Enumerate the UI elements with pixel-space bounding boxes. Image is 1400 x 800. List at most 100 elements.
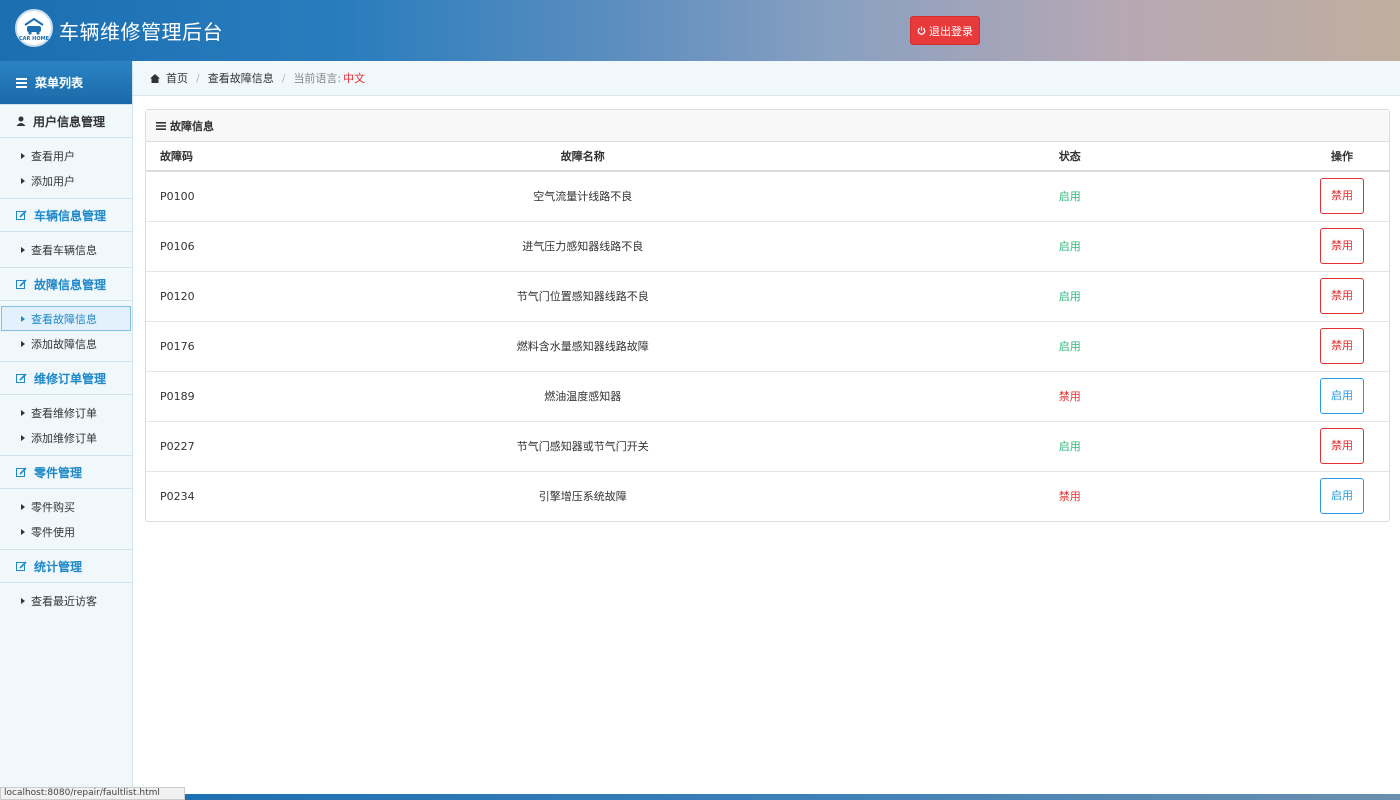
power-icon [917, 26, 926, 35]
logo-text: CAR HOME [19, 36, 49, 42]
sidebar-sublist-vehicle: 查看车辆信息 [0, 232, 132, 267]
sidebar-item-label: 添加故障信息 [31, 337, 97, 351]
sidebar-group-label: 零件管理 [34, 465, 83, 480]
breadcrumb: 首页 / 查看故障信息 / 当前语言: 中文 [133, 61, 1400, 96]
sidebar-group-statistics[interactable]: 统计管理 [0, 549, 132, 583]
caret-right-icon [21, 152, 25, 159]
sidebar-group-label: 维修订单管理 [34, 371, 107, 386]
fault-name: 引擎增压系统故障 [366, 470, 800, 521]
disable-button[interactable]: 禁用 [1320, 278, 1364, 314]
sidebar-item-label: 添加维修订单 [31, 431, 97, 445]
table-row: P0176 燃料含水量感知器线路故障 启用 禁用 [146, 320, 1389, 371]
sidebar-group-parts[interactable]: 零件管理 [0, 455, 132, 489]
sidebar-sublist-user: 查看用户 添加用户 [0, 138, 132, 198]
status-text: 启用 [799, 170, 1320, 221]
sidebar-item-view-users[interactable]: 查看用户 [0, 143, 132, 168]
fault-name: 空气流量计线路不良 [366, 170, 800, 221]
table-row: P0234 引擎增压系统故障 禁用 启用 [146, 470, 1389, 521]
sidebar-sublist-parts: 零件购买 零件使用 [0, 489, 132, 549]
list-icon [16, 77, 27, 88]
sidebar-group-label: 统计管理 [34, 559, 83, 574]
logout-button[interactable]: 退出登录 [910, 16, 980, 45]
sidebar-item-view-faults[interactable]: 查看故障信息 [1, 306, 131, 331]
sidebar-item-add-user[interactable]: 添加用户 [0, 168, 132, 193]
menu-title: 菜单列表 [35, 76, 84, 90]
fault-name: 燃油温度感知器 [366, 370, 800, 421]
column-header-name: 故障名称 [366, 142, 800, 172]
sidebar-sublist-statistics: 查看最近访客 [0, 583, 132, 618]
home-icon [150, 73, 160, 83]
caret-right-icon [21, 315, 25, 322]
enable-button[interactable]: 启用 [1320, 378, 1364, 414]
disable-button[interactable]: 禁用 [1320, 428, 1364, 464]
bottom-strip [133, 794, 1400, 800]
sidebar-item-view-vehicles[interactable]: 查看车辆信息 [0, 237, 132, 262]
sidebar-item-parts-purchase[interactable]: 零件购买 [0, 494, 132, 519]
browser-status-url: localhost:8080/repair/faultlist.html [0, 787, 185, 800]
status-text: 启用 [799, 420, 1320, 471]
table-row: P0189 燃油温度感知器 禁用 启用 [146, 370, 1389, 421]
fault-name: 进气压力感知器线路不良 [366, 220, 800, 271]
action-cell: 启用 [1320, 370, 1389, 421]
table-row: P0227 节气门感知器或节气门开关 启用 禁用 [146, 420, 1389, 471]
fault-name: 节气门感知器或节气门开关 [366, 420, 800, 471]
panel-title: 故障信息 [170, 119, 214, 133]
sidebar-sublist-repair-order: 查看维修订单 添加维修订单 [0, 395, 132, 455]
table-row: P0106 进气压力感知器线路不良 启用 禁用 [146, 220, 1389, 271]
sidebar-item-label: 查看最近访客 [31, 594, 97, 608]
sidebar-item-view-orders[interactable]: 查看维修订单 [0, 400, 132, 425]
sidebar-item-add-order[interactable]: 添加维修订单 [0, 425, 132, 450]
breadcrumb-current[interactable]: 查看故障信息 [208, 70, 274, 86]
fault-name: 燃料含水量感知器线路故障 [366, 320, 800, 371]
sidebar-group-vehicle[interactable]: 车辆信息管理 [0, 198, 132, 232]
disable-button[interactable]: 禁用 [1320, 328, 1364, 364]
sidebar-item-parts-usage[interactable]: 零件使用 [0, 519, 132, 544]
top-header: CAR HOME 车辆维修管理后台 退出登录 [0, 0, 1400, 61]
caret-right-icon [21, 434, 25, 441]
status-text: 启用 [799, 320, 1320, 371]
status-text: 启用 [799, 220, 1320, 271]
user-icon [16, 116, 26, 126]
table-row: P0100 空气流量计线路不良 启用 禁用 [146, 170, 1389, 221]
bars-icon [156, 121, 166, 130]
sidebar-group-label: 故障信息管理 [34, 277, 107, 292]
edit-icon [16, 466, 27, 477]
disable-button[interactable]: 禁用 [1320, 228, 1364, 264]
edit-icon [16, 278, 27, 289]
sidebar-item-label: 零件购买 [31, 500, 75, 514]
logout-label: 退出登录 [929, 24, 973, 38]
status-text: 禁用 [799, 470, 1320, 521]
menu-header: 菜单列表 [0, 61, 132, 104]
sidebar-group-user[interactable]: 用户信息管理 [0, 104, 132, 138]
caret-right-icon [21, 528, 25, 535]
disable-button[interactable]: 禁用 [1320, 178, 1364, 215]
panel-header: 故障信息 [146, 110, 1389, 142]
breadcrumb-home[interactable]: 首页 [166, 70, 188, 86]
column-header-code: 故障码 [146, 142, 367, 172]
table-row: P0120 节气门位置感知器线路不良 启用 禁用 [146, 270, 1389, 321]
enable-button[interactable]: 启用 [1320, 478, 1364, 515]
caret-right-icon [21, 503, 25, 510]
fault-code: P0227 [146, 420, 367, 471]
car-icon [24, 18, 44, 35]
action-cell: 禁用 [1320, 270, 1389, 321]
fault-code: P0106 [146, 220, 367, 271]
breadcrumb-separator: / [196, 71, 200, 85]
status-text: 启用 [799, 270, 1320, 321]
breadcrumb-separator: / [281, 71, 286, 85]
caret-right-icon [21, 597, 25, 604]
sidebar-item-recent-visitors[interactable]: 查看最近访客 [0, 588, 132, 613]
sidebar-item-label: 零件使用 [31, 525, 75, 539]
caret-right-icon [21, 340, 25, 347]
edit-icon [16, 560, 27, 571]
column-header-action: 操作 [1320, 142, 1389, 172]
fault-code: P0176 [146, 320, 367, 371]
action-cell: 禁用 [1320, 320, 1389, 371]
language-label: 当前语言: [293, 72, 342, 85]
sidebar-item-add-fault[interactable]: 添加故障信息 [0, 331, 132, 356]
sidebar-group-repair-order[interactable]: 维修订单管理 [0, 361, 132, 395]
app-title: 车辆维修管理后台 [59, 20, 223, 44]
sidebar: 菜单列表 用户信息管理 查看用户 添加用户 车辆信息管理 查看车辆信息 故障信息… [0, 61, 133, 800]
sidebar-group-fault[interactable]: 故障信息管理 [0, 267, 132, 301]
fault-name: 节气门位置感知器线路不良 [366, 270, 800, 321]
